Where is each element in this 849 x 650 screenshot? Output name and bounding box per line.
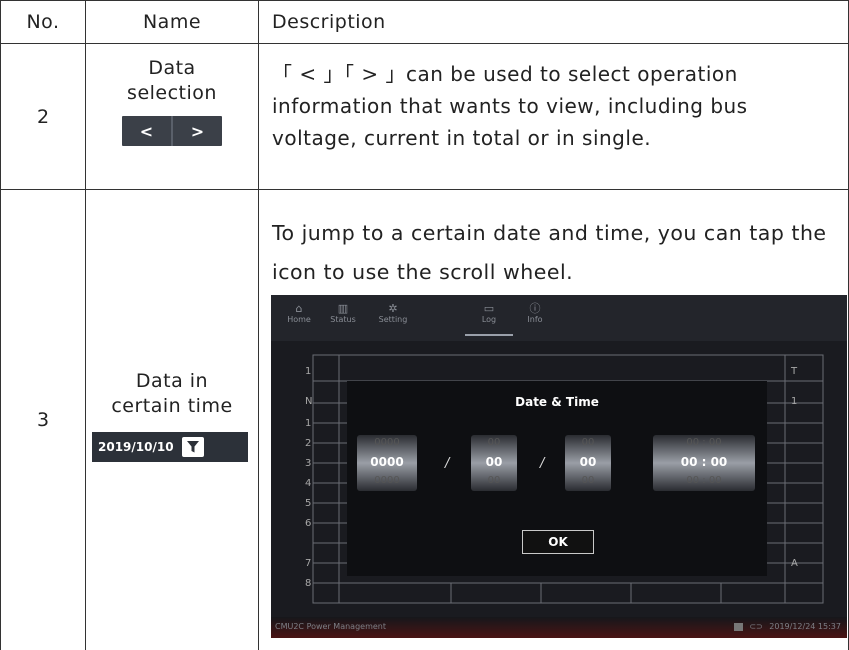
- grid-row-label: 7: [305, 558, 312, 569]
- footer-datetime: ⊂⊃ 2019/12/24 15:37: [733, 622, 841, 631]
- header-no: No.: [26, 11, 60, 33]
- row-divider: [0, 189, 849, 190]
- gear-icon: ✲: [388, 302, 398, 315]
- date-separator: /: [445, 456, 450, 471]
- home-icon: ⌂: [295, 302, 303, 315]
- info-icon: ⓘ: [529, 302, 541, 315]
- ok-button[interactable]: OK: [522, 530, 594, 554]
- wheel-next-value: 00: [581, 475, 595, 486]
- row-number: 3: [36, 409, 50, 431]
- folder-icon: ▭: [483, 302, 495, 315]
- date-value: 2019/10/10: [98, 440, 174, 454]
- row-number: 2: [36, 105, 50, 128]
- bar-chart-icon: ▥: [337, 302, 349, 315]
- nav-info[interactable]: ⓘ Info: [515, 302, 555, 325]
- wheel-next-value: 0000: [374, 475, 400, 486]
- filter-icon[interactable]: [181, 437, 204, 457]
- time-wheel[interactable]: 00 : 00 00 : 00 00 : 00: [653, 435, 755, 491]
- dialog-title: Date & Time: [515, 395, 599, 409]
- day-wheel[interactable]: 00 00 00: [565, 435, 611, 491]
- wheel-next-value: 00: [487, 475, 501, 486]
- date-separator: /: [540, 456, 545, 471]
- grid-row-label: 3: [305, 458, 312, 469]
- row-description: To jump to a certain date and time, you …: [272, 221, 827, 284]
- grid-col-label: A: [791, 558, 798, 569]
- date-filter-control[interactable]: 2019/10/10: [92, 432, 248, 462]
- wheel-selected-value: 00 : 00: [680, 455, 728, 469]
- nav-status[interactable]: ▥ Status: [323, 302, 363, 325]
- wheel-next-value: 00 : 00: [686, 475, 722, 486]
- grid-row-label: 1: [305, 366, 312, 377]
- wheel-prev-value: 00: [487, 437, 501, 448]
- grid-row-label: 5: [305, 498, 312, 509]
- grid-col-label: T: [791, 366, 798, 377]
- nav-setting[interactable]: ✲ Setting: [373, 302, 413, 325]
- nav-home[interactable]: ⌂ Home: [279, 302, 319, 325]
- header-description: Description: [272, 11, 386, 33]
- month-wheel[interactable]: 00 00 00: [471, 435, 517, 491]
- grid-row-label: 1: [305, 418, 312, 429]
- next-button[interactable]: >: [173, 116, 222, 146]
- wheel-prev-value: 0000: [374, 437, 400, 448]
- header-divider: [0, 43, 849, 44]
- grid-row-label: 8: [305, 578, 312, 589]
- column-line-name: [258, 0, 259, 650]
- footer-datetime-text: 2019/12/24 15:37: [769, 622, 841, 631]
- wheel-selected-value: 00: [579, 455, 597, 469]
- row-name-line2: certain time: [111, 395, 233, 417]
- wheel-selected-value: 00: [485, 455, 503, 469]
- year-wheel[interactable]: 0000 0000 0000: [357, 435, 417, 491]
- date-time-dialog: Date & Time 0000 0000 0000 / 00 00 00 / …: [347, 381, 767, 576]
- row-name-line1: Data in: [135, 370, 209, 392]
- prev-button[interactable]: <: [122, 116, 171, 146]
- row-name-line1: Data: [148, 57, 196, 79]
- footer-app-name: CMU2C Power Management: [275, 622, 386, 631]
- status-bar: CMU2C Power Management ⊂⊃ 2019/12/24 15:…: [271, 617, 847, 638]
- data-selection-buttons: < >: [122, 116, 222, 146]
- grid-row-label: N: [305, 396, 313, 407]
- sd-card-icon: [733, 622, 743, 631]
- wheel-prev-value: 00 : 00: [686, 437, 722, 448]
- grid-row-label: 6: [305, 518, 312, 529]
- grid-row-label: 4: [305, 478, 312, 489]
- grid-col-label: 1: [791, 396, 798, 407]
- wheel-selected-value: 0000: [370, 455, 404, 469]
- nav-log[interactable]: ▭ Log: [469, 302, 509, 325]
- wheel-prev-value: 00: [581, 437, 595, 448]
- row-description: 「 < 」「 > 」can be used to select operatio…: [272, 62, 748, 150]
- nav-active-indicator: [465, 334, 513, 336]
- device-screenshot: ⌂ Home ▥ Status ✲ Setting ▭ Log ⓘ Info 1…: [271, 295, 847, 638]
- grid-row-label: 2: [305, 438, 312, 449]
- nav-bar: ⌂ Home ▥ Status ✲ Setting ▭ Log ⓘ Info: [271, 295, 847, 341]
- header-name: Name: [142, 11, 202, 33]
- link-icon: ⊂⊃: [749, 622, 763, 631]
- row-name-line2: selection: [127, 82, 217, 104]
